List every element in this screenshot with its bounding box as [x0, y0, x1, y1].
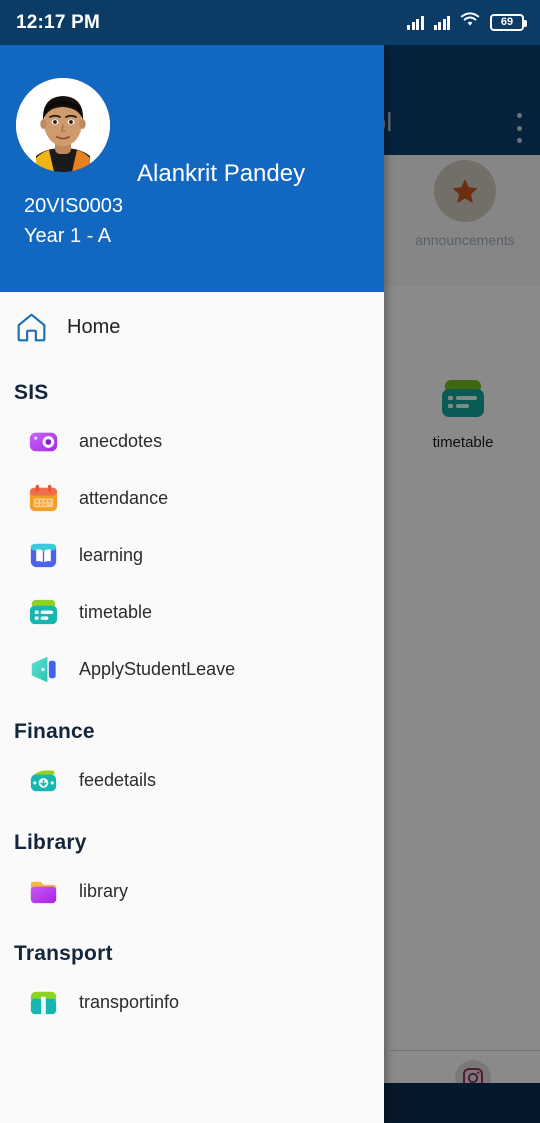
- sidebar-item-attendance[interactable]: attendance: [0, 470, 384, 527]
- navigation-drawer: Alankrit Pandey 20VIS0003 Year 1 - A Hom…: [0, 45, 384, 1123]
- student-id: 20VIS0003: [24, 195, 123, 217]
- sidebar-item-label: ApplyStudentLeave: [79, 659, 236, 679]
- sidebar-item-anecdotes[interactable]: anecdotes: [0, 413, 384, 470]
- overflow-menu-icon[interactable]: [516, 113, 522, 143]
- status-bar: 12:17 PM 69: [0, 0, 540, 45]
- sidebar-item-label: feedetails: [79, 770, 157, 790]
- sidebar-item-timetable[interactable]: timetable: [0, 584, 384, 641]
- status-bar-clock: 12:17 PM: [16, 11, 100, 33]
- sidebar-item-transportinfo[interactable]: transportinfo: [0, 974, 384, 1031]
- sidebar-item-label: attendance: [79, 488, 169, 508]
- signal-bars-icon-2: [433, 15, 450, 30]
- bus-icon: [26, 985, 61, 1020]
- section-title-finance: Finance: [14, 720, 95, 743]
- content-divider: [390, 1050, 540, 1051]
- camera-icon: [26, 424, 61, 459]
- student-name: Alankrit Pandey: [137, 160, 306, 187]
- sidebar-item-label: timetable: [79, 602, 153, 622]
- sidebar-item-feedetails[interactable]: feedetails: [0, 752, 384, 809]
- book-icon: [26, 538, 61, 573]
- section-title-transport: Transport: [14, 942, 113, 965]
- wifi-icon: [460, 12, 480, 33]
- wallet-money-icon: [26, 763, 61, 798]
- star-icon: [434, 160, 496, 222]
- folder-icon: [26, 874, 61, 909]
- timetable-card-icon: [26, 595, 61, 630]
- drawer-header: Alankrit Pandey 20VIS0003 Year 1 - A: [0, 45, 384, 292]
- student-class: Year 1 - A: [24, 225, 112, 247]
- battery-icon: 69: [490, 14, 527, 31]
- tile-timetable[interactable]: timetable: [398, 376, 528, 451]
- section-title-sis: SIS: [14, 381, 49, 404]
- tile-label: timetable: [432, 434, 494, 451]
- sidebar-item-library[interactable]: library: [0, 863, 384, 920]
- timetable-icon: [398, 376, 528, 426]
- tile-announcements[interactable]: announcements: [400, 160, 530, 248]
- home-icon: [14, 310, 49, 345]
- sidebar-item-learning[interactable]: learning: [0, 527, 384, 584]
- status-bar-icons: 69: [407, 12, 527, 33]
- tile-label: announcements: [415, 232, 515, 248]
- sidebar-item-home[interactable]: Home: [0, 296, 384, 359]
- calendar-icon: [26, 481, 61, 516]
- sidebar-item-label: Home: [67, 316, 121, 338]
- sidebar-item-label: learning: [79, 545, 144, 565]
- drawer-menu-body: Home SIS anecdotes attendance learning t…: [0, 292, 384, 1031]
- door-exit-icon: [26, 652, 61, 687]
- sidebar-item-label: library: [79, 881, 129, 901]
- sidebar-item-label: transportinfo: [79, 992, 180, 1012]
- signal-bars-icon: [407, 15, 424, 30]
- battery-level: 69: [500, 16, 514, 28]
- sidebar-item-applystudentleave[interactable]: ApplyStudentLeave: [0, 641, 384, 698]
- sidebar-item-label: anecdotes: [79, 431, 163, 451]
- student-avatar: [16, 78, 110, 172]
- section-title-library: Library: [14, 831, 87, 854]
